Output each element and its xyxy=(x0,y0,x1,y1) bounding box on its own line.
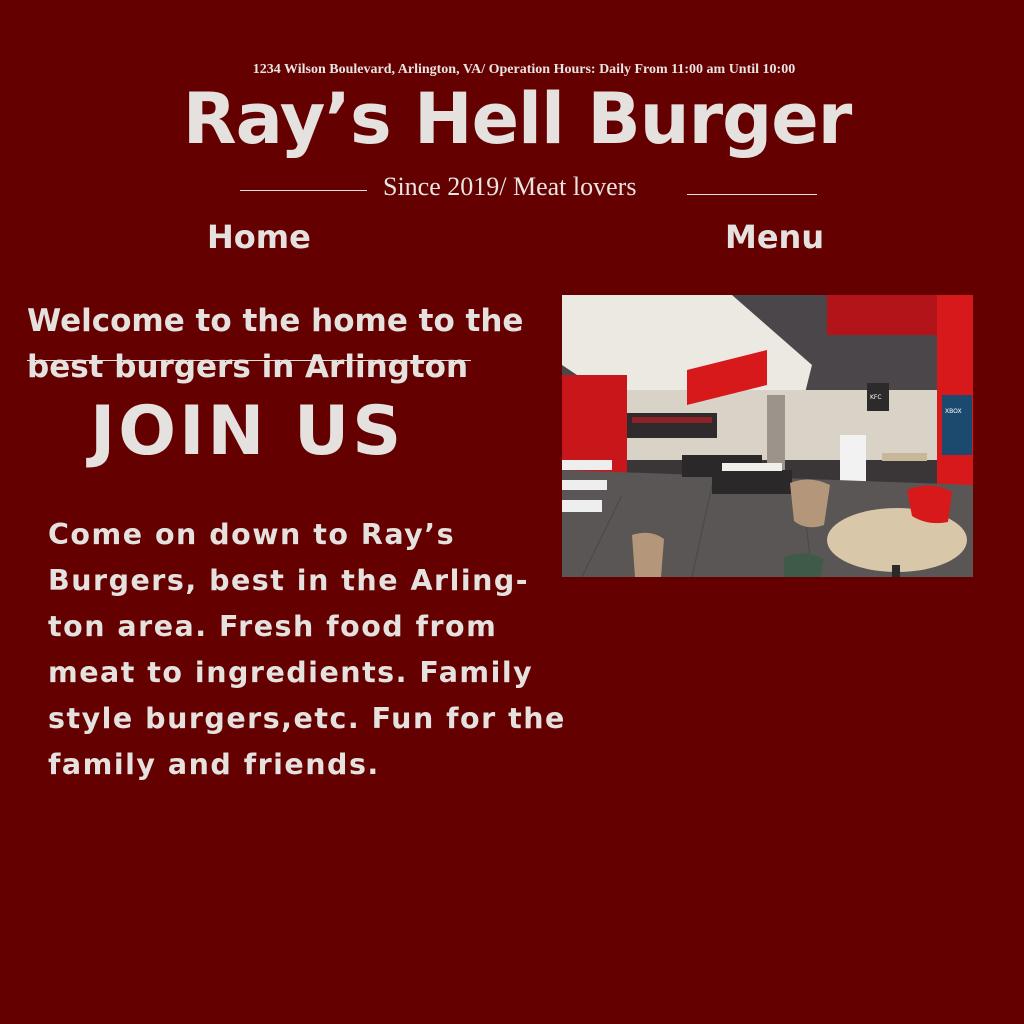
intro-paragraph: Come on down to Ray’s Burgers, best in t… xyxy=(48,512,588,788)
site-title: Ray’s Hell Burger xyxy=(182,78,852,160)
nav-home-link[interactable]: Home xyxy=(207,218,311,256)
restaurant-interior-photo: KFC XBOX xyxy=(562,295,973,577)
intro-line: Burgers, best in the Arling- xyxy=(48,564,530,597)
tagline-rule-right xyxy=(687,194,817,195)
intro-line: family and friends. xyxy=(48,748,380,781)
join-us-heading: JOIN US xyxy=(90,392,405,471)
welcome-heading: Welcome to the home to the best burgers … xyxy=(27,303,524,385)
tagline: Since 2019/ Meat lovers xyxy=(383,172,637,201)
intro-line: style burgers,etc. Fun for the xyxy=(48,702,566,735)
nav-menu-link[interactable]: Menu xyxy=(725,218,824,256)
address-hours: 1234 Wilson Boulevard, Arlington, VA/ Op… xyxy=(252,62,796,77)
restaurant-interior-illustration: KFC XBOX xyxy=(562,295,973,577)
photo-screen-text: XBOX xyxy=(945,408,962,415)
tagline-row: Since 2019/ Meat lovers xyxy=(240,170,817,210)
welcome-underline xyxy=(27,360,471,361)
photo-sign-text: KFC xyxy=(870,394,882,401)
intro-line: meat to ingredients. Family xyxy=(48,656,534,689)
intro-line: ton area. Fresh food from xyxy=(48,610,498,643)
tagline-rule-left xyxy=(240,190,367,191)
intro-line: Come on down to Ray’s xyxy=(48,518,456,551)
